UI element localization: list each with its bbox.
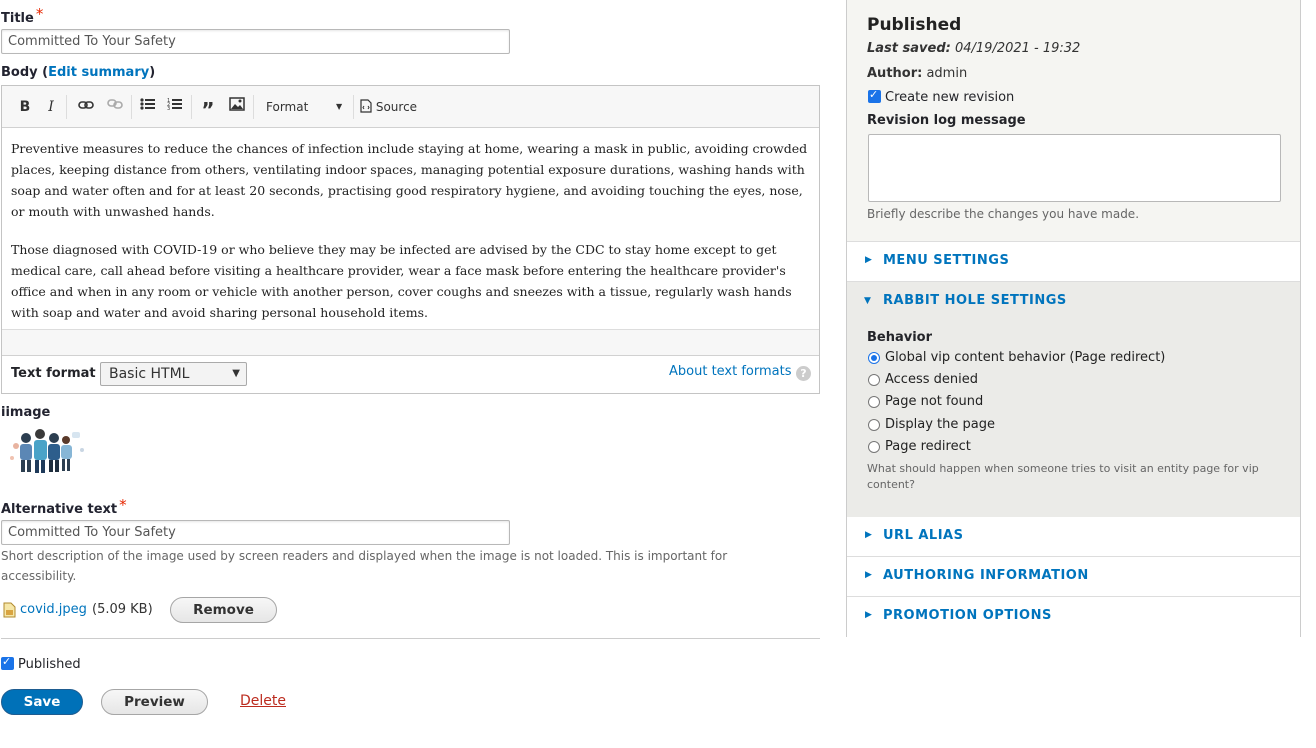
radio-label-page-redirect: Page redirect <box>885 439 971 454</box>
promotion-options-section[interactable]: ▶ PROMOTION OPTIONS <box>847 597 1300 637</box>
radio-label-access-denied: Access denied <box>885 372 978 387</box>
triangle-down-icon[interactable]: ▼ <box>864 296 871 306</box>
radio-label-page-not-found: Page not found <box>885 394 984 409</box>
url-alias-section[interactable]: ▶ URL ALIAS <box>847 517 1300 557</box>
edit-summary-link[interactable]: Edit summary <box>48 65 149 80</box>
help-icon[interactable]: ? <box>796 366 811 381</box>
chevron-down-icon: ▼ <box>336 102 343 111</box>
radio-label-display-page: Display the page <box>885 417 995 432</box>
unlink-icon[interactable] <box>104 97 126 117</box>
radio-access-denied[interactable] <box>868 374 880 386</box>
radio-label-global: Global vip content behavior (Page redire… <box>885 350 1166 365</box>
meta-sidebar: Published Last saved: 04/19/2021 - 19:32… <box>846 0 1301 637</box>
bold-icon[interactable]: B <box>16 97 34 117</box>
source-icon <box>360 99 376 114</box>
chevron-down-icon: ▼ <box>232 368 240 379</box>
revision-help: Briefly describe the changes you have ma… <box>867 207 1140 221</box>
rabbit-hole-section: ▼ RABBIT HOLE SETTINGS Behavior Global v… <box>847 282 1300 518</box>
behavior-label: Behavior <box>867 330 933 345</box>
file-link[interactable]: covid.jpeg <box>20 602 87 617</box>
required-marker: * <box>35 5 44 23</box>
editor-statusbar <box>2 329 819 356</box>
author: Author: admin <box>867 66 968 81</box>
radio-global[interactable] <box>868 352 880 364</box>
text-format-label: Text format <box>11 366 96 381</box>
body-paragraph-1: Preventive measures to reduce the chance… <box>11 141 808 219</box>
create-revision-label: Create new revision <box>885 90 1015 105</box>
title-input[interactable]: Committed To Your Safety <box>1 29 510 54</box>
editor-content[interactable]: Preventive measures to reduce the chance… <box>2 128 819 328</box>
revision-log-textarea[interactable] <box>868 134 1281 202</box>
format-label: Format <box>266 100 309 114</box>
body-editor: B I 123 ” Format ▼ Source Preventive mea… <box>1 85 820 394</box>
file-icon <box>3 602 16 622</box>
source-label: Source <box>375 100 418 114</box>
save-button[interactable]: Save <box>1 689 83 715</box>
link-icon[interactable] <box>75 97 97 117</box>
delete-link[interactable]: Delete <box>240 693 286 709</box>
text-format-row: Text format Basic HTML ▼ About text form… <box>2 356 819 393</box>
alt-text-input[interactable]: Committed To Your Safety <box>1 520 510 545</box>
preview-button[interactable]: Preview <box>101 689 208 715</box>
publish-status: Published <box>867 15 962 35</box>
title-label: Title * <box>1 5 44 26</box>
triangle-right-icon: ▶ <box>865 530 872 540</box>
format-dropdown[interactable]: Format ▼ <box>260 97 350 117</box>
bulleted-list-icon[interactable] <box>138 97 158 117</box>
published-label: Published <box>18 657 81 672</box>
blockquote-icon[interactable]: ” <box>198 97 218 122</box>
text-format-select[interactable]: Basic HTML ▼ <box>100 362 247 386</box>
remove-button[interactable]: Remove <box>170 597 277 623</box>
triangle-right-icon: ▶ <box>865 610 872 620</box>
image-label: iimage <box>1 405 51 420</box>
triangle-right-icon: ▶ <box>865 255 872 265</box>
authoring-info-section[interactable]: ▶ AUTHORING INFORMATION <box>847 557 1300 597</box>
file-size: (5.09 KB) <box>92 602 153 617</box>
create-revision-checkbox[interactable] <box>868 88 881 103</box>
alt-text-label: Alternative text * <box>1 496 127 517</box>
numbered-list-icon[interactable]: 123 <box>165 97 185 117</box>
editor-toolbar: B I 123 ” Format ▼ Source <box>2 86 819 128</box>
divider <box>1 638 820 639</box>
text-format-selected: Basic HTML <box>109 366 190 382</box>
menu-settings-section[interactable]: ▶ MENU SETTINGS <box>847 242 1300 282</box>
required-marker: * <box>119 496 127 514</box>
behavior-help: What should happen when someone tries to… <box>867 462 1259 491</box>
italic-icon[interactable]: I <box>42 97 60 117</box>
radio-display-page[interactable] <box>868 419 880 431</box>
rabbit-hole-title[interactable]: RABBIT HOLE SETTINGS <box>883 293 1067 308</box>
image-icon[interactable] <box>227 97 247 117</box>
about-text-formats-link[interactable]: About text formats <box>669 364 792 379</box>
radio-page-not-found[interactable] <box>868 396 880 408</box>
image-thumbnail <box>8 424 88 474</box>
sidebar-header: Published Last saved: 04/19/2021 - 19:32… <box>847 0 1300 242</box>
last-saved: Last saved: 04/19/2021 - 19:32 <box>867 41 1081 56</box>
revision-log-label: Revision log message <box>867 113 1026 128</box>
svg-text:3: 3 <box>167 106 170 111</box>
body-label: Body (Edit summary) <box>1 65 156 80</box>
triangle-right-icon: ▶ <box>865 570 872 580</box>
published-checkbox[interactable] <box>1 655 14 670</box>
body-paragraph-2: Those diagnosed with COVID-19 or who bel… <box>11 242 792 320</box>
radio-page-redirect[interactable] <box>868 441 880 453</box>
alt-text-help: Short description of the image used by s… <box>1 549 728 583</box>
source-button[interactable]: Source <box>360 97 420 117</box>
